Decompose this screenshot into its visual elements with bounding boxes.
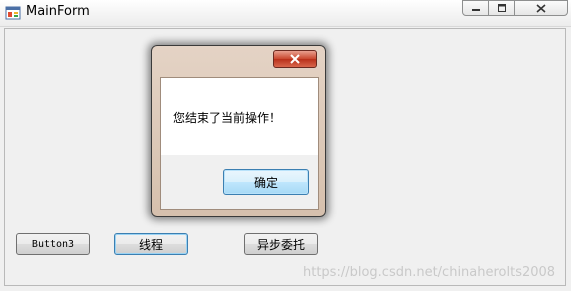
title-bar[interactable]: MainForm [0,0,571,27]
async-delegate-button[interactable]: 异步委托 [244,233,318,255]
maximize-icon [497,4,506,12]
dialog-footer: 确定 [161,155,318,209]
minimize-icon [471,9,480,11]
dialog-message: 您结束了当前操作！ [173,111,282,125]
ok-button[interactable]: 确定 [223,169,309,195]
window-title: MainForm [26,4,90,19]
message-dialog: 您结束了当前操作！ 确定 [151,45,326,217]
thread-button[interactable]: 线程 [114,233,188,255]
watermark: https://blog.csdn.net/chinaherolts2008 [303,265,556,280]
close-icon [536,3,546,13]
dialog-body: 您结束了当前操作！ 确定 [160,77,319,210]
button3[interactable]: Button3 [16,233,90,255]
close-icon [290,54,300,64]
dialog-close-button[interactable] [273,50,317,68]
window-close-button[interactable] [514,0,568,16]
app-form-icon [5,6,21,20]
maximize-button[interactable] [488,0,515,16]
minimize-button[interactable] [462,0,489,16]
